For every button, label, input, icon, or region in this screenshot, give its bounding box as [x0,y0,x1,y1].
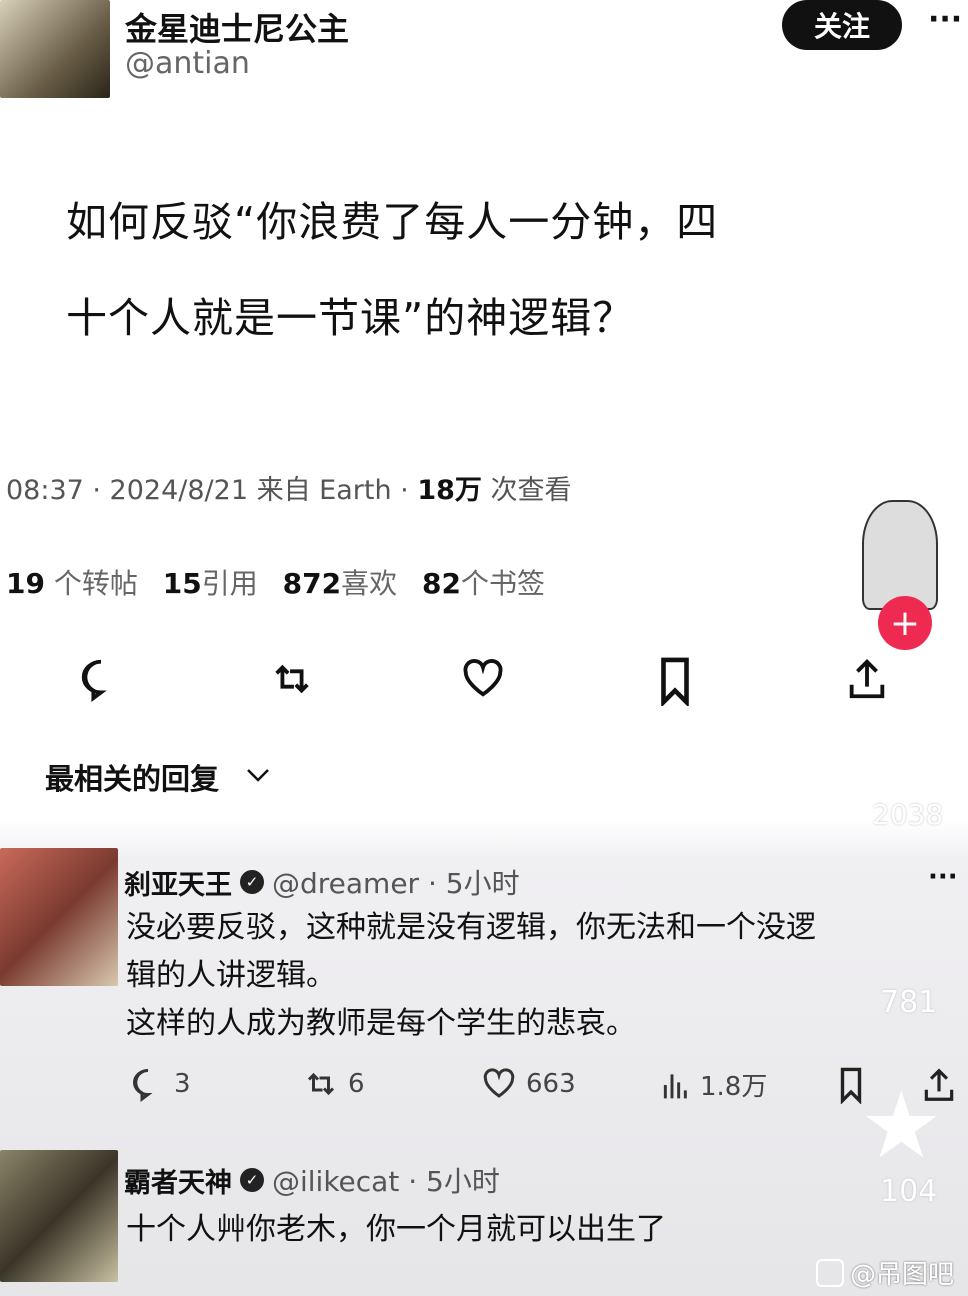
like-icon[interactable] [460,656,506,702]
bookmark-icon[interactable] [652,656,698,706]
quotes-label: 引用 [201,567,258,600]
post-title-line: 十个人就是一节课”的神逻辑？ [66,294,635,342]
share-icon[interactable] [844,656,890,702]
overlay-favorites-count: 104 [880,1174,938,1209]
reply-header: 霸者天神 ✓ @ilikecat · 5小时 [124,1160,500,1200]
like-icon [483,1068,515,1098]
quotes-count[interactable]: 15 [163,567,202,600]
likes-count[interactable]: 872 [283,567,341,600]
plus-follow-icon[interactable]: + [878,596,932,650]
repost-icon [307,1072,335,1096]
watermark: @吊图吧 [816,1254,954,1291]
overlay-likes-count: 2038 [872,798,944,831]
repost-icon[interactable] [268,656,316,702]
overlay-comments-count: 781 [880,985,938,1020]
author-handle: @antian [125,46,250,81]
views-chart-icon [663,1073,687,1098]
follow-button[interactable]: 关注 [782,0,902,50]
reply-views-count: 1.8万 [700,1072,768,1102]
reply-text-line: 辑的人讲逻辑。 [126,958,336,993]
reply-handle: @dreamer · 5小时 [272,867,520,900]
reply-replies-count: 3 [174,1069,191,1099]
verified-badge-icon: ✓ [240,1168,264,1192]
reply-likes-count: 663 [526,1069,576,1099]
replies-sort-dropdown[interactable]: 最相关的回复 [45,756,271,798]
reply-text-line: 这样的人成为教师是每个学生的悲哀。 [126,1006,636,1041]
likes-label: 喜欢 [341,567,398,600]
post-title-line: 如何反驳“你浪费了每人一分钟，四 [66,198,719,246]
reply-reposts-count: 6 [348,1069,365,1099]
post-meta: 08:37 · 2024/8/21 来自 Earth · 18万 次查看 [6,468,572,507]
views-count: 18万 [417,475,482,506]
creator-avatar-cat[interactable] [862,500,938,610]
reply-avatar[interactable] [0,848,118,986]
reply-handle: @ilikecat · 5小时 [272,1165,500,1198]
post-title: 如何反驳“你浪费了每人一分钟，四 十个人就是一节课”的神逻辑？ [66,174,926,366]
bookmarks-label: 个书签 [461,567,546,600]
reply-author-name[interactable]: 刹亚天王 [124,863,232,902]
reply-icon[interactable] [78,656,124,702]
tieba-logo-icon [816,1258,844,1287]
reposts-label: 个转帖 [44,567,138,600]
reply-views-button[interactable]: 1.8万 [660,1066,767,1103]
reply-more-button[interactable]: ··· [928,862,958,892]
reply-avatar[interactable] [0,1150,118,1282]
views-label: 次查看 [481,475,572,506]
reply-reply-button[interactable]: 3 [130,1066,191,1102]
reply-text-line: 十个人艸你老木，你一个月就可以出生了 [126,1212,666,1247]
bookmarks-count[interactable]: 82 [422,567,461,600]
post-time: 08:37 · 2024/8/21 来自 Earth · [6,475,418,506]
reply-like-button[interactable]: 663 [480,1066,576,1102]
star-icon[interactable]: ★ [860,1080,942,1172]
verified-badge-icon: ✓ [240,870,264,894]
chevron-down-icon [245,767,271,787]
more-options-button[interactable]: ··· [928,2,962,37]
reply-header: 刹亚天王 ✓ @dreamer · 5小时 [124,862,520,902]
reply-text-line: 没必要反驳，这种就是没有逻辑，你无法和一个没逻 [126,910,816,945]
reply-repost-button[interactable]: 6 [302,1066,365,1102]
reply-text: 没必要反驳，这种就是没有逻辑，你无法和一个没逻 辑的人讲逻辑。 这样的人成为教师… [126,904,816,1048]
author-name[interactable]: 金星迪士尼公主 [125,4,349,50]
reply-text: 十个人艸你老木，你一个月就可以出生了 [126,1206,666,1254]
reply-icon [133,1068,153,1102]
replies-sort-label: 最相关的回复 [45,762,220,796]
reply-author-name[interactable]: 霸者天神 [124,1161,232,1200]
watermark-text: @吊图吧 [850,1260,955,1290]
post-stats: 19 个转帖 15引用 872喜欢 82个书签 [6,562,545,602]
reposts-count[interactable]: 19 [6,567,45,600]
author-avatar[interactable] [0,0,110,98]
